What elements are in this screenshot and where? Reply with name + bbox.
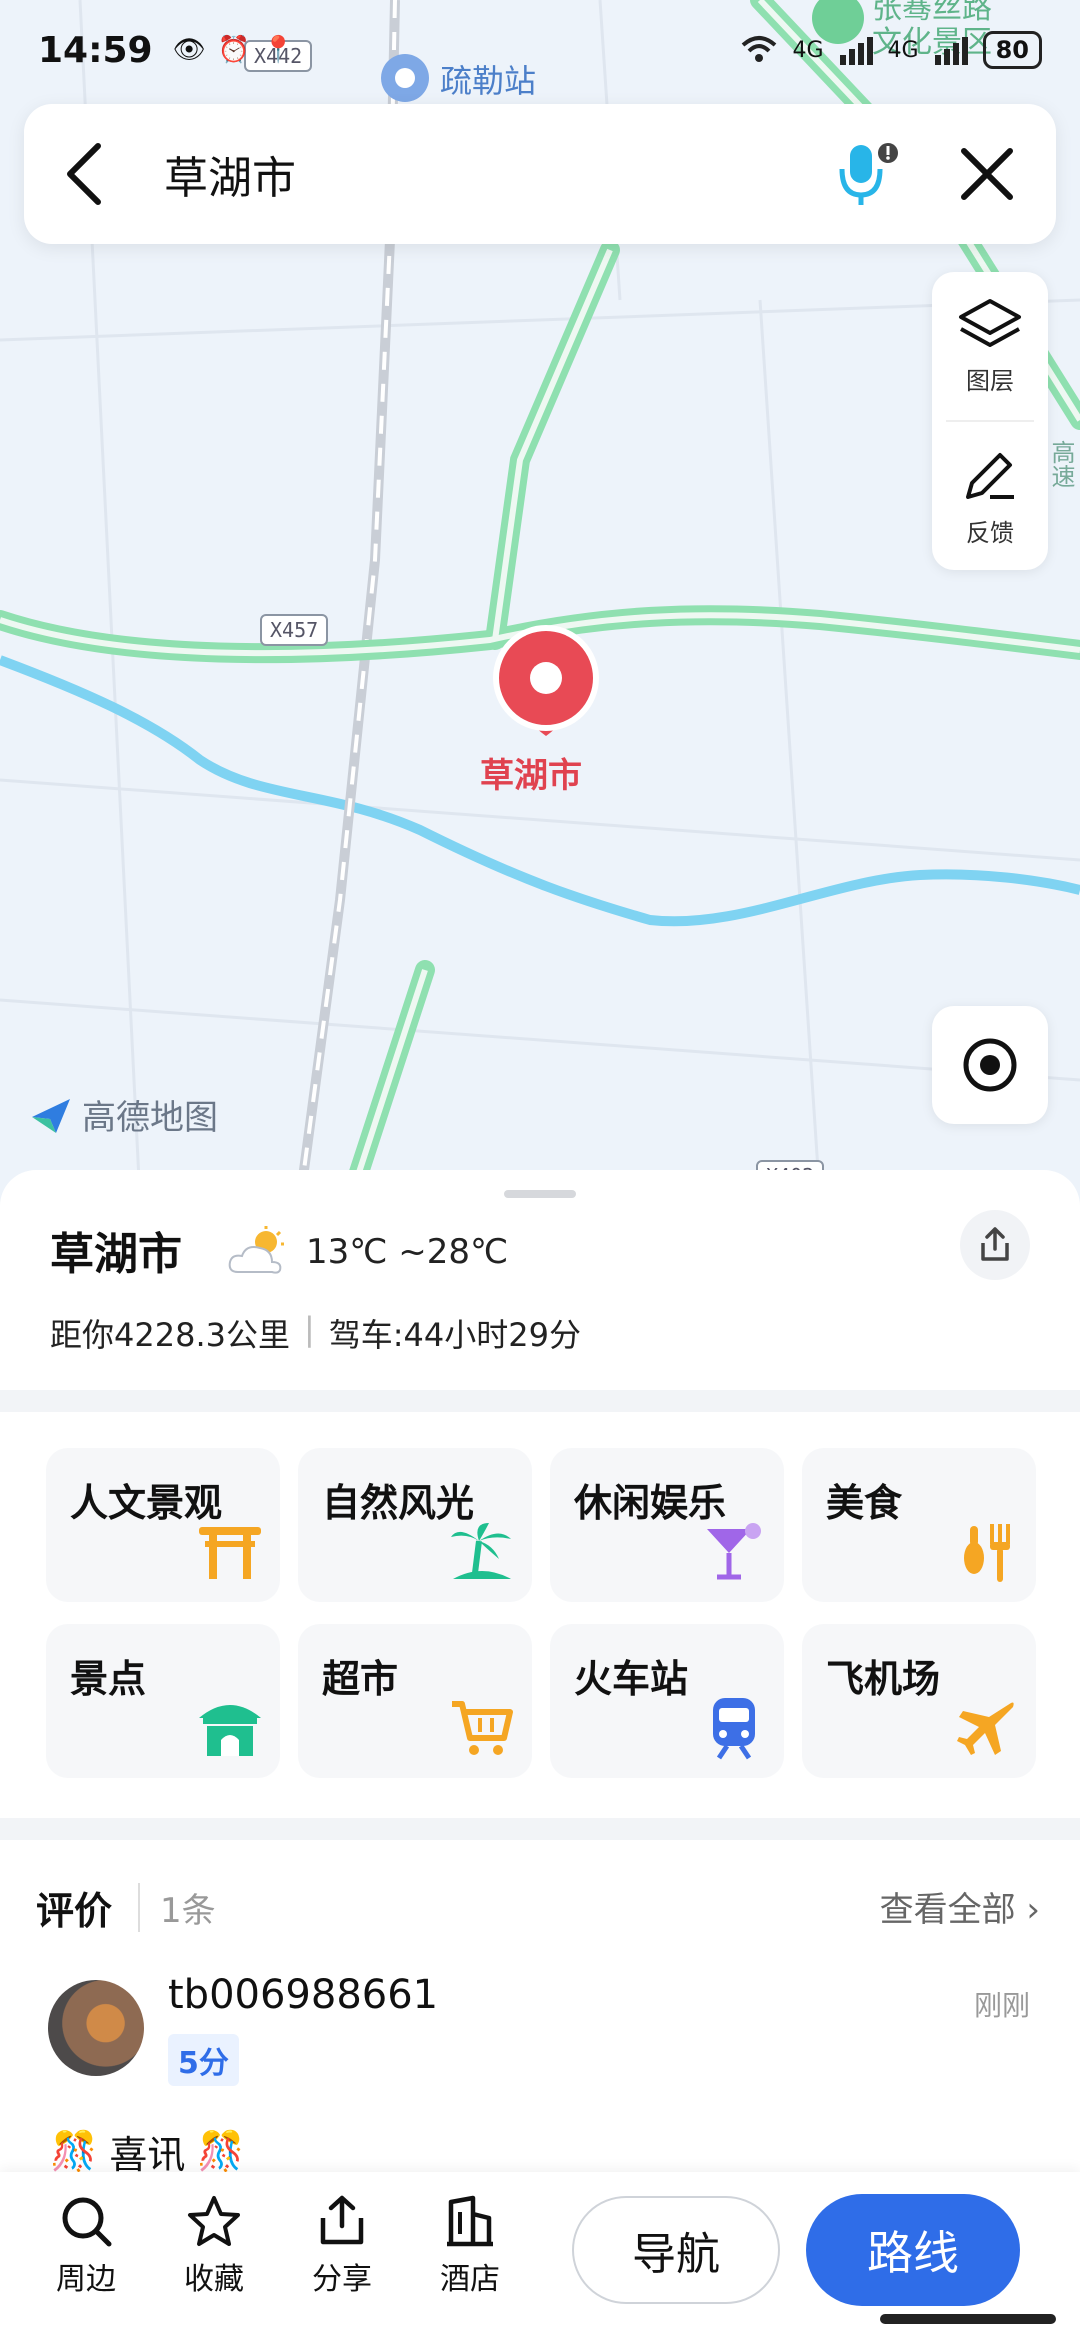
review-username[interactable]: tb006988661 (168, 1972, 438, 2018)
drive-time-text: 驾车:44小时29分 (328, 1316, 581, 1354)
microphone-icon[interactable] (838, 139, 898, 209)
partly-cloudy-icon (228, 1226, 284, 1274)
share-icon (320, 2195, 364, 2245)
see-all-reviews-link[interactable]: 查看全部 › (880, 1882, 1040, 1931)
locate-icon (963, 1038, 1017, 1092)
pin-label[interactable]: 草湖市 (480, 748, 582, 797)
review-score-badge: 5分 (168, 2034, 239, 2086)
layers-icon (959, 298, 1021, 347)
palm-tree-icon (442, 1512, 522, 1592)
layers-label: 图层 (966, 366, 1014, 395)
home-indicator[interactable] (880, 2314, 1056, 2324)
share-button[interactable] (960, 1210, 1030, 1280)
amap-logo: 高德地图 (30, 1090, 218, 1139)
see-all-label: 查看全部 (879, 1890, 1016, 1930)
location-pin-icon (493, 625, 599, 736)
amap-logo-icon (32, 1098, 70, 1133)
section-divider (0, 1818, 1080, 1840)
category-food[interactable]: 美食 (802, 1448, 1036, 1602)
signal-icon (839, 37, 873, 65)
reviews-count: 1条 (138, 1883, 216, 1932)
status-time: 14:59 (38, 29, 153, 71)
close-icon[interactable] (958, 145, 1016, 203)
distance-info: 距你4228.3公里 | 驾车:44小时29分 (50, 1310, 581, 1356)
back-button[interactable] (64, 142, 104, 206)
map-tools-card: 图层 反馈 (932, 272, 1048, 570)
category-label: 火车站 (574, 1657, 689, 1701)
review-time: 刚刚 (973, 1989, 1030, 2022)
feedback-label: 反馈 (966, 518, 1014, 547)
navigate-button[interactable]: 导航 (572, 2196, 780, 2304)
favorite-label: 收藏 (184, 2262, 244, 2297)
review-text-content: 喜讯 (109, 2133, 186, 2177)
eye-icon: 👁 (172, 35, 206, 65)
cutlery-icon (946, 1512, 1026, 1592)
reviews-header: 评价 1条 (36, 1880, 216, 1935)
chevron-right-icon: › (1026, 1890, 1040, 1930)
share-bottom-button[interactable]: 分享 (292, 2194, 392, 2298)
share-label: 分享 (312, 2262, 372, 2297)
favorite-button[interactable]: 收藏 (164, 2194, 264, 2298)
cart-icon (442, 1688, 522, 1768)
route-button[interactable]: 路线 (806, 2194, 1020, 2306)
category-airport[interactable]: 飞机场 (802, 1624, 1036, 1778)
category-label: 美食 (826, 1481, 903, 1525)
place-title: 草湖市 (50, 1229, 182, 1280)
section-divider (0, 1390, 1080, 1412)
search-query[interactable]: 草湖市 (164, 142, 296, 206)
distance-separator: | (303, 1310, 315, 1348)
gate-icon (190, 1512, 270, 1592)
share-icon (981, 1227, 1009, 1261)
hotel-icon (447, 2195, 493, 2247)
edit-icon (966, 452, 1014, 499)
celebration-icon: 🎊 (197, 2129, 245, 2173)
search-bar[interactable]: 草湖市 (24, 104, 1056, 244)
pavilion-icon (190, 1688, 270, 1768)
status-left-icons: 👁 ⏰ 📍 (173, 35, 295, 65)
battery-indicator: 80 (982, 31, 1042, 69)
celebration-icon: 🎊 (50, 2129, 98, 2173)
feedback-button[interactable]: 反馈 (932, 422, 1048, 570)
highway-side-label: 高速 (1047, 440, 1075, 488)
hotel-button[interactable]: 酒店 (420, 2194, 520, 2298)
review-text[interactable]: 🎊 喜讯 🎊 (50, 2124, 245, 2179)
category-grid: 人文景观 自然风光 休闲娱乐 美食 景点 超市 火车站 飞机场 (46, 1448, 1036, 1778)
sheet-handle[interactable] (504, 1190, 576, 1198)
weather-temp: 13℃ ~28℃ (306, 1232, 509, 1272)
locate-button[interactable] (932, 1006, 1048, 1124)
category-nature[interactable]: 自然风光 (298, 1448, 532, 1602)
cocktail-icon (694, 1512, 774, 1592)
category-attractions[interactable]: 景点 (46, 1624, 280, 1778)
category-supermarket[interactable]: 超市 (298, 1624, 532, 1778)
reviews-title: 评价 (36, 1889, 113, 1933)
network-4g-right: 4G (887, 37, 919, 63)
category-culture[interactable]: 人文景观 (46, 1448, 280, 1602)
category-label: 景点 (70, 1657, 147, 1701)
train-icon (694, 1688, 774, 1768)
nearby-label: 周边 (56, 2262, 116, 2297)
layers-button[interactable]: 图层 (932, 272, 1048, 420)
hotel-label: 酒店 (440, 2262, 500, 2297)
nearby-button[interactable]: 周边 (36, 2194, 136, 2298)
road-tag: X457 (260, 614, 329, 646)
status-bar: 14:59 👁 ⏰ 📍 4G 4G 80 (0, 0, 1080, 100)
category-leisure[interactable]: 休闲娱乐 (550, 1448, 784, 1602)
star-icon (188, 2196, 240, 2246)
signal-icon (934, 37, 968, 65)
avatar[interactable] (48, 1980, 144, 2076)
distance-text: 距你4228.3公里 (50, 1316, 290, 1354)
alarm-icon: ⏰ (217, 35, 250, 65)
search-icon (62, 2197, 112, 2247)
status-right-icons: 4G 4G 80 (739, 31, 1042, 69)
location-status-icon: 📍 (261, 35, 295, 65)
amap-logo-text: 高德地图 (82, 1098, 218, 1138)
category-label: 飞机场 (826, 1657, 941, 1701)
network-4g-left: 4G (792, 37, 824, 63)
wifi-icon (741, 36, 776, 62)
category-train-station[interactable]: 火车站 (550, 1624, 784, 1778)
weather-info: 13℃ ~28℃ (226, 1226, 508, 1278)
category-label: 超市 (322, 1657, 399, 1701)
airplane-icon (946, 1688, 1026, 1768)
